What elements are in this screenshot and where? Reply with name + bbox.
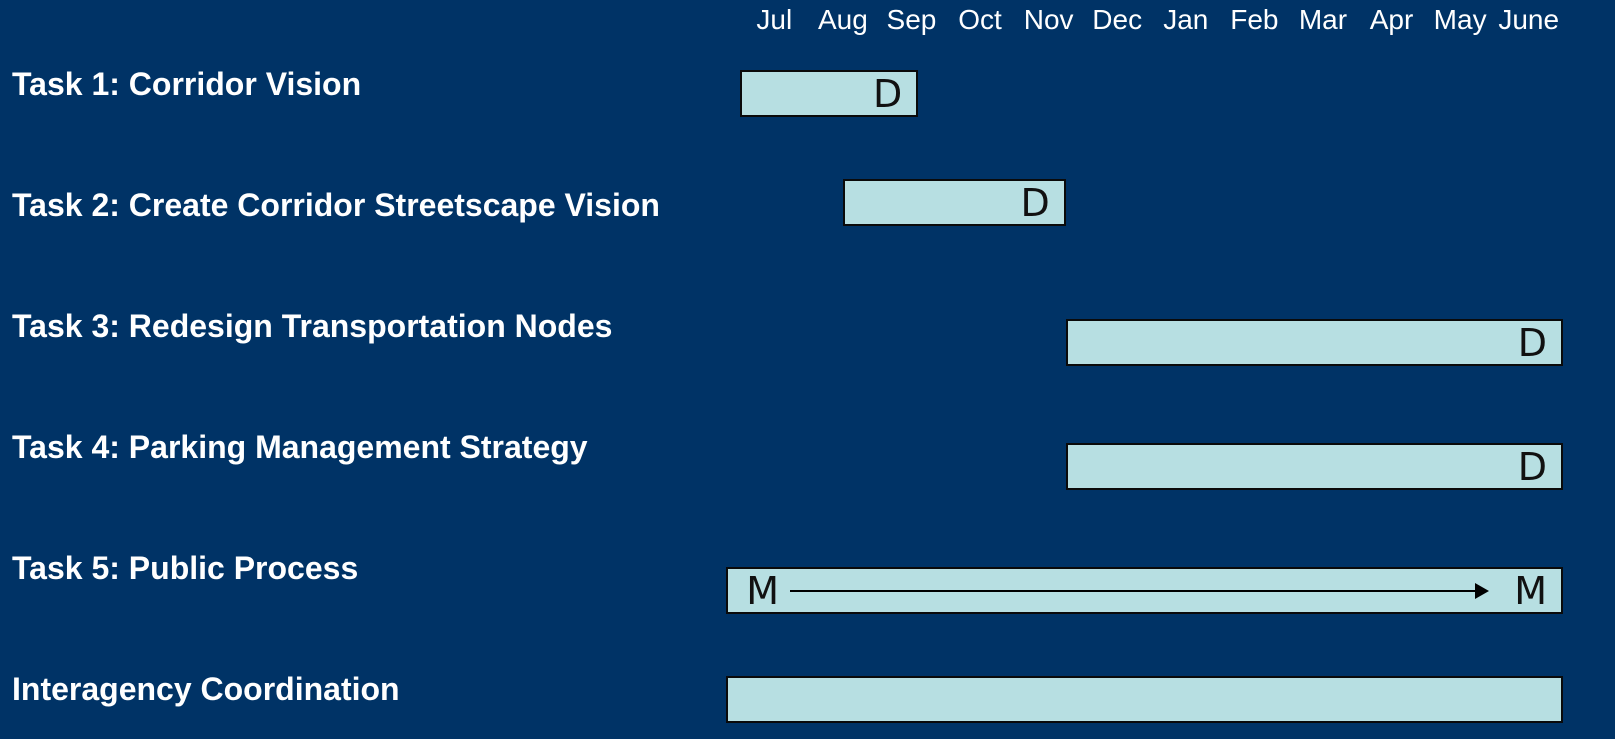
task-bar: D: [740, 70, 919, 117]
deliverable-marker: D: [1517, 444, 1547, 489]
month-label-june: June: [1498, 4, 1560, 35]
task-label: Interagency Coordination: [12, 671, 400, 707]
task-bar: D: [1065, 319, 1563, 366]
task-bar: [726, 676, 1563, 723]
month-label-jul: Jul: [756, 4, 793, 35]
month-label-jan: Jan: [1163, 4, 1209, 35]
task-label: Task 5: Public Process: [12, 550, 359, 586]
task-label: Task 2: Create Corridor Streetscape Visi…: [12, 187, 660, 223]
month-label-feb: Feb: [1230, 4, 1279, 35]
task-bar: D: [842, 179, 1066, 226]
meeting-marker: M: [746, 568, 780, 613]
deliverable-marker: D: [1517, 320, 1547, 365]
month-label-dec: Dec: [1092, 4, 1143, 35]
month-label-mar: Mar: [1298, 4, 1348, 35]
timeline-arrow-line: [790, 589, 1475, 592]
task-label: Task 4: Parking Management Strategy: [12, 429, 588, 465]
month-label-sep: Sep: [886, 4, 937, 35]
task-label: Task 3: Redesign Transportation Nodes: [12, 308, 613, 344]
deliverable-marker: D: [1020, 180, 1050, 225]
month-label-apr: Apr: [1369, 4, 1414, 35]
deliverable-marker: D: [873, 71, 903, 116]
month-label-nov: Nov: [1023, 4, 1074, 35]
month-label-may: May: [1433, 4, 1487, 35]
month-label-oct: Oct: [958, 4, 1002, 35]
arrow-head-icon: [1474, 582, 1489, 599]
task-bar: MM: [726, 567, 1563, 614]
meeting-marker: M: [1514, 568, 1547, 613]
task-label: Task 1: Corridor Vision: [12, 66, 362, 102]
task-bar: D: [1065, 443, 1563, 490]
month-label-aug: Aug: [817, 4, 868, 35]
